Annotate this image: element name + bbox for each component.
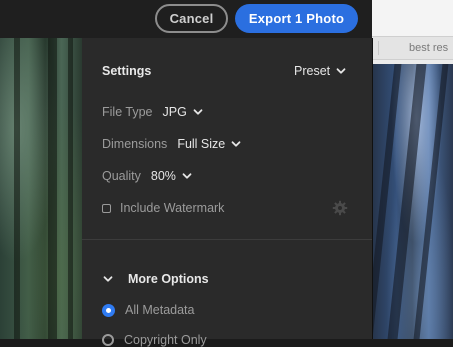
chevron-down-icon [336, 68, 346, 74]
chevron-down-icon [231, 141, 241, 147]
tab-separator [378, 41, 379, 55]
watermark-label: Include Watermark [120, 201, 225, 215]
more-options-title: More Options [128, 272, 209, 286]
watermark-checkbox[interactable] [102, 203, 111, 213]
quality-dropdown[interactable]: 80% [151, 169, 193, 183]
metadata-option-all[interactable]: All Metadata [102, 303, 194, 317]
settings-title: Settings [102, 64, 152, 78]
dimensions-value: Full Size [177, 137, 226, 151]
section-divider [82, 239, 372, 240]
gear-icon[interactable] [332, 200, 348, 216]
dimensions-label: Dimensions [102, 137, 168, 151]
preset-label: Preset [294, 64, 331, 78]
radio-selected[interactable] [102, 303, 115, 317]
file-type-value: JPG [162, 105, 187, 119]
preset-dropdown[interactable]: Preset [294, 64, 347, 78]
quality-value: 80% [150, 169, 176, 183]
background-window-toolbar [372, 0, 453, 36]
dimensions-dropdown[interactable]: Full Size [177, 137, 242, 151]
quality-label: Quality [102, 169, 141, 183]
file-type-row: File Type JPG [102, 105, 204, 119]
background-photo-right [365, 64, 453, 339]
chevron-down-icon [193, 109, 203, 115]
more-options-toggle[interactable]: More Options [102, 272, 209, 286]
settings-header: Settings [102, 64, 151, 78]
export-settings-panel: Settings Preset File Type JPG Dimensions… [82, 38, 373, 347]
top-toolbar: Cancel Export 1 Photo [0, 0, 372, 38]
quality-row: Quality 80% [102, 169, 193, 183]
metadata-option-copyright[interactable]: Copyright Only [102, 333, 207, 347]
export-button[interactable]: Export 1 Photo [235, 4, 358, 33]
background-photo-left [0, 38, 82, 339]
dimensions-row: Dimensions Full Size [102, 137, 242, 151]
metadata-option-label: Copyright Only [124, 333, 207, 347]
watermark-row[interactable]: Include Watermark [102, 201, 224, 215]
background-tab-label[interactable]: best res [409, 42, 448, 54]
file-type-dropdown[interactable]: JPG [163, 105, 204, 119]
background-window: best res [365, 0, 453, 339]
file-type-label: File Type [102, 105, 153, 119]
chevron-down-icon [103, 276, 113, 282]
chevron-down-icon [182, 173, 192, 179]
radio-unselected[interactable] [102, 334, 114, 346]
background-window-tabbar: best res [372, 36, 453, 60]
metadata-option-label: All Metadata [125, 303, 195, 317]
cancel-button[interactable]: Cancel [155, 4, 228, 33]
